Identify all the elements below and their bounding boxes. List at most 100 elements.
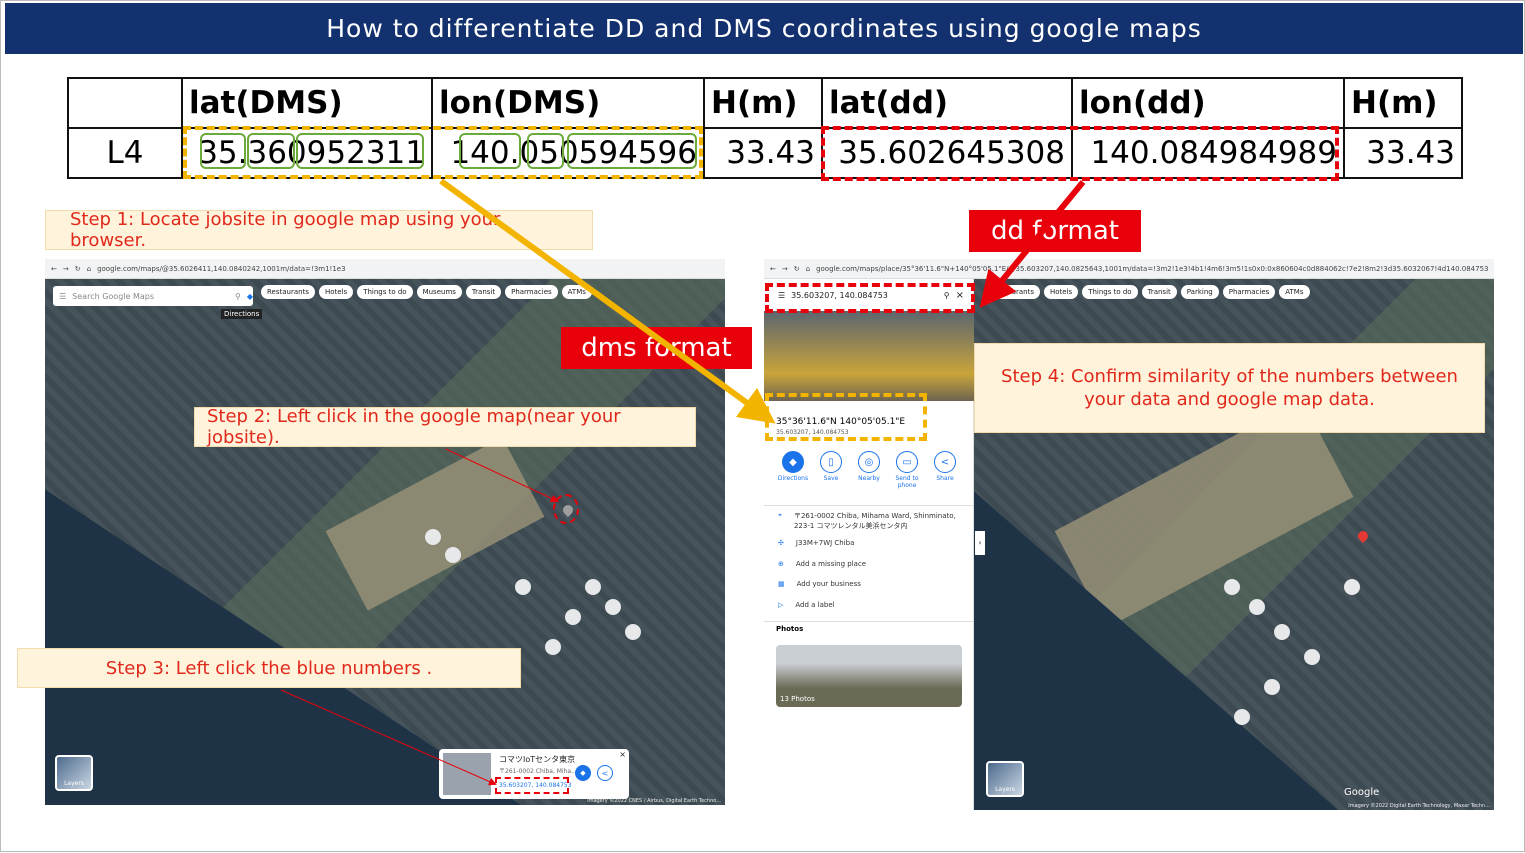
chip-restaurants[interactable]: Restaurants [986, 285, 1040, 299]
storage-tank [1274, 624, 1290, 640]
divider [764, 505, 974, 506]
business-icon: ▦ [778, 580, 785, 588]
back-icon[interactable]: ← [770, 265, 776, 273]
step2-callout: Step 2: Left click in the google map(nea… [194, 406, 696, 448]
slide: How to differentiate DD and DMS coordina… [0, 0, 1525, 852]
search-icon[interactable]: ⚲ [235, 292, 241, 301]
reload-icon[interactable]: ↻ [794, 265, 800, 273]
directions-icon[interactable]: ◆ [575, 765, 591, 781]
storage-tank [545, 639, 561, 655]
second-box [567, 133, 697, 169]
share-icon[interactable]: < [934, 451, 956, 473]
chip-museums[interactable]: Museums [416, 285, 462, 299]
second-box [296, 133, 424, 169]
chip-transit[interactable]: Transit [1141, 285, 1177, 299]
share-icon[interactable]: < [597, 765, 613, 781]
layers-button[interactable]: Layers [55, 755, 93, 791]
category-chips: Restaurants Hotels Things to do Transit … [986, 285, 1310, 299]
storage-tank [445, 547, 461, 563]
send-to-phone-icon[interactable]: ▭ [896, 451, 918, 473]
header-cell: lat(dd) [821, 77, 1073, 129]
save-icon[interactable]: ▯ [820, 451, 842, 473]
place-row[interactable]: ▦ Add your business [778, 580, 861, 588]
directions-icon[interactable]: ◆ [247, 292, 253, 301]
header-cell: lat(DMS) [181, 77, 433, 129]
directions-label: Directions [777, 475, 809, 482]
photos-thumbnail[interactable]: 13 Photos [776, 645, 962, 707]
storage-tank [1344, 579, 1360, 595]
dms-coords-highlight [765, 393, 927, 441]
header-cell: lon(DMS) [431, 77, 705, 129]
chip-hotels[interactable]: Hotels [318, 285, 354, 299]
directions-tooltip: Directions [221, 309, 263, 319]
collapse-panel-icon[interactable]: ‹ [975, 531, 985, 555]
url-text[interactable]: google.com/maps/@35.6026411,140.0840242,… [97, 265, 346, 273]
chip-restaurants[interactable]: Restaurants [261, 285, 315, 299]
chip-things-to-do[interactable]: Things to do [357, 285, 413, 299]
back-icon[interactable]: ← [51, 265, 57, 273]
slide-title: How to differentiate DD and DMS coordina… [5, 3, 1523, 54]
place-row[interactable]: ▷ Add a label [778, 601, 835, 609]
row-label: L4 [67, 127, 183, 179]
url-text[interactable]: google.com/maps/place/35°36'11.6"N+140°0… [816, 265, 1488, 273]
chip-hotels[interactable]: Hotels [1043, 285, 1079, 299]
share-label: Share [936, 475, 954, 482]
reload-icon[interactable]: ↻ [75, 265, 81, 273]
chip-parking[interactable]: Parking [1180, 285, 1219, 299]
menu-icon[interactable]: ☰ [59, 292, 66, 301]
location-pin-icon[interactable] [1355, 528, 1371, 544]
category-chips: Restaurants Hotels Things to do Museums … [261, 285, 592, 299]
nearby-icon[interactable]: ◎ [858, 451, 880, 473]
blue-numbers-highlight [495, 777, 569, 794]
height-cell: 33.43 [703, 127, 823, 179]
storage-tank [515, 579, 531, 595]
click-point-circle [553, 494, 579, 524]
label-icon: ▷ [778, 601, 784, 609]
storage-tank [1224, 579, 1240, 595]
send-to-phone-label: Send to phone [895, 475, 919, 489]
card-title: コマツIoTセンタ東京 [499, 755, 576, 764]
storage-tank [585, 579, 601, 595]
browser-url-bar[interactable]: ← → ↻ ⌂ google.com/maps/@35.6026411,140.… [45, 259, 725, 279]
forward-icon[interactable]: → [63, 265, 69, 273]
photos-heading: Photos [776, 625, 804, 633]
place-row[interactable]: ⊕ Add a missing place [778, 560, 866, 568]
place-photo[interactable] [764, 311, 974, 401]
header-cell: H(m) [1343, 77, 1463, 129]
search-box[interactable]: ☰ Search Google Maps ⚲ ◆ [53, 286, 253, 306]
directions-icon[interactable]: ◆ [782, 451, 804, 473]
home-icon[interactable]: ⌂ [87, 265, 91, 273]
storage-tank [1264, 679, 1280, 695]
degree-box [459, 133, 521, 169]
step4-callout: Step 4: Confirm similarity of the number… [974, 343, 1485, 433]
dd-format-label: dd format [969, 210, 1141, 252]
chip-atms[interactable]: ATMs [561, 285, 592, 299]
imagery-credit: Imagery ©2022 Digital Earth Technology, … [1348, 803, 1490, 809]
chip-things-to-do[interactable]: Things to do [1082, 285, 1138, 299]
chip-atms[interactable]: ATMs [1279, 285, 1310, 299]
imagery-credit: Imagery ©2022 CNES / Airbus, Digital Ear… [587, 798, 721, 804]
divider [764, 621, 974, 622]
storage-tank [625, 624, 641, 640]
layers-button[interactable]: Layers [986, 761, 1024, 797]
storage-tank [1234, 709, 1250, 725]
home-icon[interactable]: ⌂ [806, 265, 810, 273]
browser-url-bar[interactable]: ← → ↻ ⌂ google.com/maps/place/35°36'11.6… [764, 259, 1494, 279]
header-cell [67, 77, 183, 129]
place-row[interactable]: ⌖ 〒261-0002 Chiba, Mihama Ward, Shinminat… [778, 511, 968, 531]
search-input[interactable]: Search Google Maps [72, 292, 229, 301]
place-row[interactable]: ✣ J33M+7WJ Chiba [778, 539, 854, 547]
location-thumbnail [443, 753, 491, 795]
chip-transit[interactable]: Transit [465, 285, 502, 299]
storage-tank [425, 529, 441, 545]
add-place-icon: ⊕ [778, 560, 784, 568]
close-icon[interactable]: × [619, 750, 626, 759]
chip-pharmacies[interactable]: Pharmacies [1222, 285, 1276, 299]
step3-callout: Step 3: Left click the blue numbers . [17, 648, 521, 688]
card-address: 〒261-0002 Chiba, Miha... [499, 768, 577, 775]
height-cell: 33.43 [1343, 127, 1463, 179]
jobsite-area [1054, 399, 1354, 629]
save-label: Save [823, 475, 839, 482]
chip-pharmacies[interactable]: Pharmacies [505, 285, 558, 299]
forward-icon[interactable]: → [782, 265, 788, 273]
